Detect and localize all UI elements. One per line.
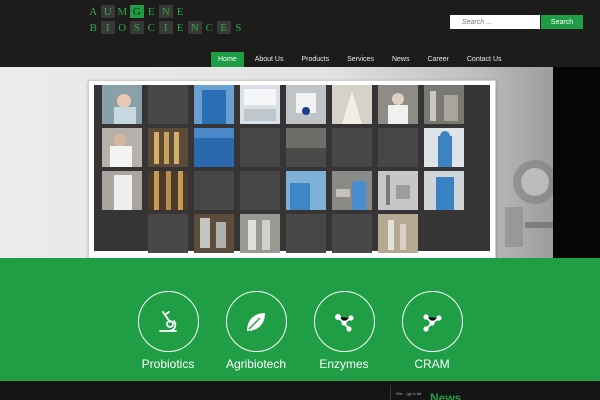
- site-header: A U M G E N E B I O S C I E N C E S Sear…: [0, 0, 600, 67]
- nav-products[interactable]: Products: [294, 52, 336, 67]
- service-label: CRAM: [414, 357, 450, 371]
- logo-letter: C: [205, 21, 213, 34]
- gallery-photo[interactable]: [378, 85, 418, 124]
- logo-letter: U: [100, 5, 115, 18]
- logo-letter: A: [89, 5, 98, 18]
- molecule-icon: [423, 313, 442, 332]
- logo-letter: N: [158, 5, 173, 18]
- gallery-photo[interactable]: [194, 85, 234, 124]
- gallery-photo[interactable]: [240, 85, 280, 124]
- logo-letter: M: [117, 5, 128, 18]
- services-band: Probiotics Agribiotech Enzymes CRAM: [0, 258, 600, 381]
- gallery-photo[interactable]: [194, 214, 234, 253]
- service-probiotics[interactable]: Probiotics: [128, 291, 208, 371]
- nav-contact-us[interactable]: Contact Us: [460, 52, 509, 67]
- nav-services[interactable]: Services: [340, 52, 381, 67]
- nav-news[interactable]: News: [385, 52, 417, 67]
- gallery-tile: [332, 214, 372, 253]
- service-icon-circle: [401, 291, 463, 352]
- footer-strip: We... (g) to fat News: [0, 381, 600, 400]
- logo-letter: S: [129, 21, 144, 34]
- gallery-tile: [286, 214, 326, 253]
- hero-dark-edge: [553, 67, 600, 258]
- service-cram[interactable]: CRAM: [392, 291, 472, 371]
- photo-gallery: [88, 80, 496, 273]
- gallery-tile: [194, 171, 234, 210]
- logo-letter: E: [176, 5, 184, 18]
- gallery-photo[interactable]: [286, 85, 326, 124]
- gallery-tile: [378, 128, 418, 167]
- logo-letter: E: [147, 5, 155, 18]
- logo-letter: I: [158, 21, 173, 34]
- nav-career[interactable]: Career: [420, 52, 455, 67]
- search-button[interactable]: Search: [541, 15, 583, 29]
- gallery-photo[interactable]: [332, 85, 372, 124]
- leaf-icon: [247, 312, 265, 331]
- gallery-photo[interactable]: [102, 128, 142, 167]
- gallery-photo[interactable]: [102, 85, 142, 124]
- logo-letter: G: [129, 5, 144, 18]
- logo-row-1: A U M G E N E: [86, 5, 246, 18]
- gallery-photo[interactable]: [286, 171, 326, 210]
- logo-row-2: B I O S C I E N C E S: [86, 21, 246, 34]
- gallery-photo[interactable]: [424, 85, 464, 124]
- gallery-tile: [240, 171, 280, 210]
- gallery-tile: [148, 214, 188, 253]
- service-icon-circle: [225, 291, 287, 352]
- service-agribiotech[interactable]: Agribiotech: [216, 291, 296, 371]
- logo-letter: O: [118, 21, 127, 34]
- service-label: Agribiotech: [225, 357, 287, 371]
- microscope-icon: [159, 310, 177, 332]
- logo-letter: E: [176, 21, 184, 34]
- gallery-photo[interactable]: [378, 171, 418, 210]
- footer-divider: [390, 385, 391, 400]
- gallery-photo[interactable]: [102, 171, 142, 210]
- gallery-photo[interactable]: [332, 171, 372, 210]
- logo-letter: I: [100, 21, 115, 34]
- molecule-icon: [335, 313, 354, 332]
- gallery-photo[interactable]: [424, 171, 464, 210]
- gallery-photo[interactable]: [148, 171, 188, 210]
- logo-letter: N: [187, 21, 202, 34]
- logo-letter: B: [89, 21, 97, 34]
- logo-letter: E: [216, 21, 231, 34]
- gallery-photo[interactable]: [240, 214, 280, 253]
- main-nav: Home About Us Products Services News Car…: [211, 52, 513, 67]
- gallery-tile: [240, 128, 280, 167]
- page: A U M G E N E B I O S C I E N C E S Sear…: [0, 0, 600, 400]
- logo-letter: C: [147, 21, 155, 34]
- search-input[interactable]: [450, 15, 540, 29]
- gallery-photo[interactable]: [424, 128, 464, 167]
- footer-news-heading[interactable]: News: [430, 391, 461, 400]
- logo-letter: S: [235, 21, 242, 34]
- service-label: Probiotics: [141, 357, 195, 371]
- footer-tagline: We... (g) to fat: [396, 391, 422, 396]
- gallery-photo[interactable]: [194, 128, 234, 167]
- brand-logo[interactable]: A U M G E N E B I O S C I E N C E S: [86, 5, 246, 37]
- service-enzymes[interactable]: Enzymes: [304, 291, 384, 371]
- gallery-photo[interactable]: [286, 128, 326, 167]
- service-icon-circle: [137, 291, 199, 352]
- gallery-photo[interactable]: [148, 128, 188, 167]
- service-label: Enzymes: [319, 357, 369, 371]
- service-icon-circle: [313, 291, 375, 352]
- nav-about-us[interactable]: About Us: [248, 52, 291, 67]
- photo-mosaic: [94, 85, 490, 253]
- gallery-tile: [148, 85, 188, 124]
- gallery-photo[interactable]: [378, 214, 418, 253]
- gallery-tile: [332, 128, 372, 167]
- nav-home[interactable]: Home: [211, 52, 244, 67]
